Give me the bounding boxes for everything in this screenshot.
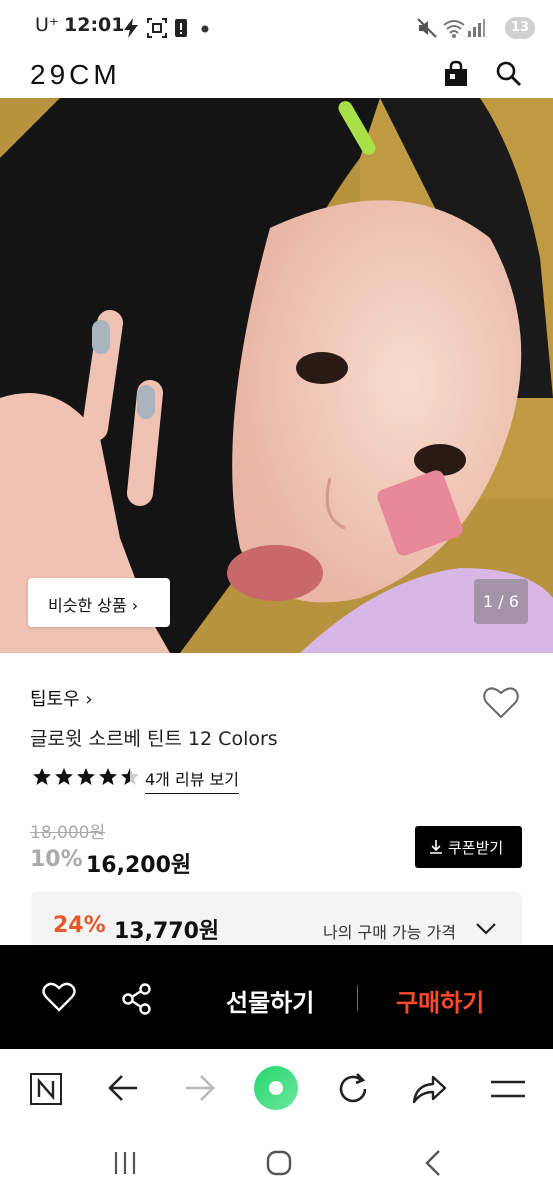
review-link[interactable]: 4개 리뷰 보기 [145, 766, 239, 794]
best-discount-rate: 24% [53, 913, 106, 938]
alert-icon [175, 19, 187, 37]
status-bar: U⁺ 12:01 13 [0, 0, 553, 56]
rating-stars-icon [33, 768, 139, 785]
browser-toolbar [0, 1049, 553, 1129]
product-hero-image[interactable]: 비슷한 상품 › 1 / 6 [0, 98, 553, 653]
brand-logo[interactable]: 29CM [30, 59, 121, 91]
share-icon[interactable] [121, 983, 153, 1015]
image-page-indicator: 1 / 6 [474, 579, 528, 624]
buy-button[interactable]: 구매하기 [396, 983, 484, 1018]
action-divider [357, 985, 358, 1011]
original-price: 18,000원 [30, 823, 106, 843]
best-price-label: 나의 구매 가능 가격 [323, 923, 457, 942]
download-icon [430, 840, 442, 854]
coupon-button-label: 쿠폰받기 [448, 839, 504, 857]
app-header: 29CM [0, 56, 553, 98]
chevron-down-icon[interactable] [475, 922, 497, 936]
discount-rate: 10% [30, 847, 83, 872]
heart-like-icon[interactable] [482, 684, 520, 720]
product-title: 글로윗 소르베 틴트 12 Colors [30, 728, 278, 750]
search-icon[interactable] [495, 60, 523, 88]
notification-dot-icon [201, 25, 209, 33]
naver-n-icon[interactable] [29, 1072, 63, 1106]
forward-arrow-icon[interactable] [184, 1073, 216, 1103]
heart-icon[interactable] [42, 981, 76, 1013]
battery-badge: 13 [505, 17, 535, 39]
menu-icon[interactable] [490, 1079, 526, 1099]
shopping-bag-icon[interactable] [443, 60, 469, 88]
mute-icon [417, 18, 437, 38]
home-icon[interactable] [265, 1149, 293, 1177]
recents-icon[interactable] [112, 1150, 138, 1176]
product-photo [0, 98, 553, 653]
purchase-action-bar: 선물하기 구매하기 [0, 945, 553, 1049]
signal-icon [468, 19, 485, 37]
home-green-icon[interactable] [253, 1065, 299, 1111]
back-arrow-icon[interactable] [107, 1073, 139, 1103]
gift-button[interactable]: 선물하기 [226, 983, 314, 1018]
carrier-label: U⁺ [35, 14, 59, 36]
brand-link[interactable]: 팁토우 › [30, 685, 93, 711]
forward-share-icon[interactable] [412, 1073, 448, 1105]
best-price: 13,770원 [114, 919, 220, 944]
charging-bolt-icon [124, 18, 138, 38]
system-nav-bar [0, 1129, 553, 1200]
clock: 12:01 [64, 14, 125, 36]
wifi-icon [443, 20, 465, 38]
back-icon[interactable] [423, 1149, 443, 1177]
refresh-icon[interactable] [335, 1071, 371, 1107]
best-price-panel[interactable]: 24% 13,770원 나의 구매 가능 가격 [31, 891, 522, 951]
similar-products-button[interactable]: 비슷한 상품 › [28, 578, 170, 627]
sale-price: 16,200원 [86, 853, 192, 878]
coupon-button[interactable]: 쿠폰받기 [415, 826, 522, 868]
screenshot-icon [147, 18, 167, 38]
